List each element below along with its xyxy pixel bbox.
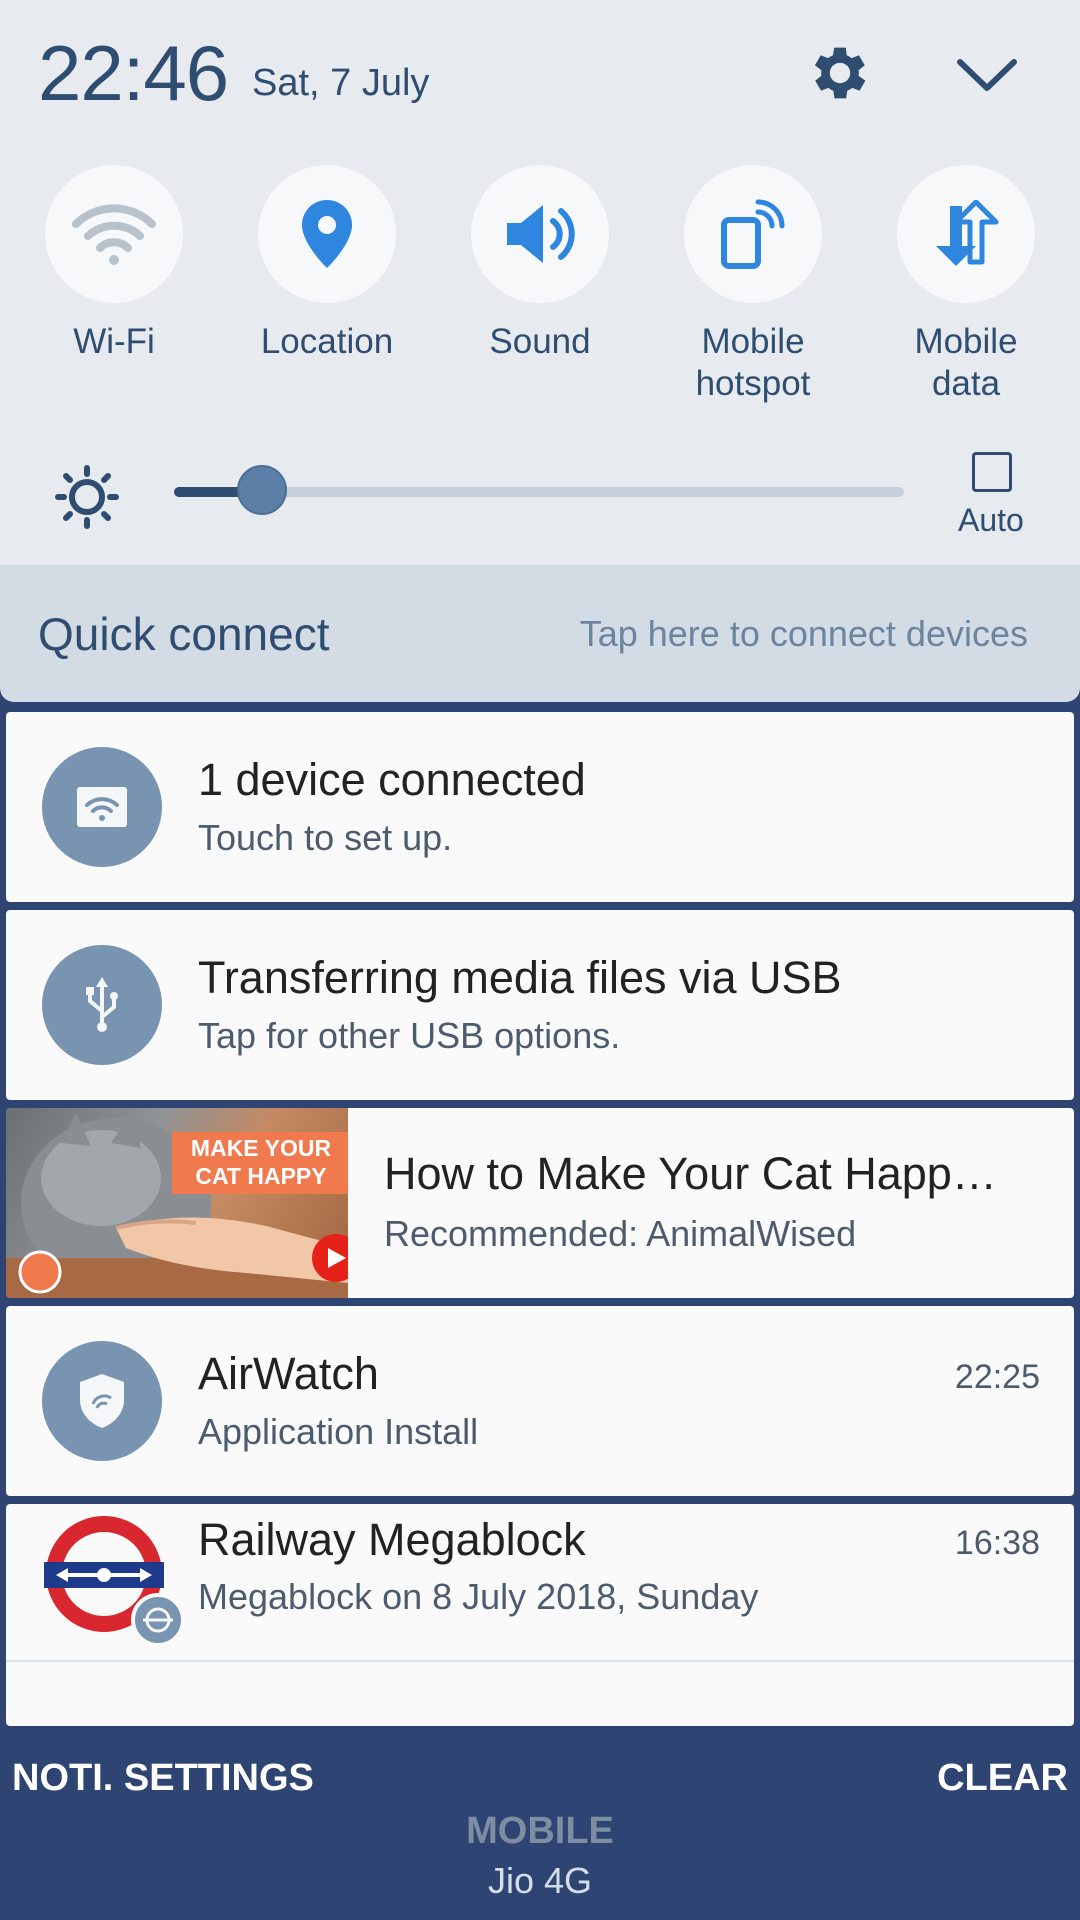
notification-title: Railway Megablock: [198, 1514, 586, 1565]
video-thumbnail: MAKE YOUR CAT HAPPY: [6, 1108, 348, 1298]
chevron-down-icon[interactable]: [952, 44, 1022, 104]
notification-title: Transferring media files via USB: [198, 952, 842, 1003]
tile-label: Location: [260, 322, 394, 361]
notification-usb[interactable]: Transferring media files via USB Tap for…: [6, 910, 1074, 1100]
carrier-label: Jio 4G: [487, 1860, 593, 1901]
quick-connect-bar[interactable]: Quick connect Tap here to connect device…: [0, 565, 1080, 702]
notification-subtitle: Application Install: [198, 1411, 479, 1452]
thumbnail-caption: MAKE YOUR CAT HAPPY: [190, 1135, 332, 1189]
notification-title: How to Make Your Cat Happ…: [384, 1148, 997, 1199]
tile-hotspot[interactable]: Mobile hotspot: [663, 165, 843, 405]
divider: [6, 1660, 1074, 1662]
notification-subtitle: Recommended: AnimalWised: [384, 1213, 857, 1254]
quick-connect-title: Quick connect: [38, 608, 330, 660]
tile-location[interactable]: Location: [237, 165, 417, 363]
tile-mobile-data[interactable]: Mobile data: [876, 165, 1056, 405]
location-pin-icon: [258, 165, 396, 303]
notification-youtube-recommendation[interactable]: MAKE YOUR CAT HAPPY How to Make Your Cat…: [6, 1108, 1074, 1298]
speaker-icon: [471, 165, 609, 303]
notification-device-connected[interactable]: 1 device connected Touch to set up.: [6, 712, 1074, 902]
notification-subtitle: Tap for other USB options.: [198, 1015, 621, 1056]
brightness-slider[interactable]: [174, 465, 904, 515]
notification-time: 22:25: [954, 1358, 1040, 1396]
notification-title: 1 device connected: [198, 754, 586, 805]
notification-footer: NOTI. SETTINGS CLEAR MOBILE Jio 4G: [0, 1735, 1080, 1920]
notification-title: AirWatch: [198, 1348, 379, 1399]
tile-label: Wi-Fi: [73, 322, 155, 361]
quick-panel: 22:46 Sat, 7 July Wi-Fi Location Sound M…: [0, 0, 1080, 565]
notification-subtitle: Touch to set up.: [198, 817, 453, 858]
notification-airwatch[interactable]: AirWatch 22:25 Application Install: [6, 1306, 1074, 1496]
tile-label: Sound: [489, 322, 591, 361]
quick-connect-hint: Tap here to connect devices: [579, 613, 1028, 654]
rail-logo-icon: [42, 1516, 192, 1647]
hotspot-icon: [684, 165, 822, 303]
tile-label: Mobile data: [914, 322, 1018, 403]
tile-label: Mobile hotspot: [695, 322, 811, 403]
date: Sat, 7 July: [252, 62, 430, 104]
wifi-icon: [45, 165, 183, 303]
wifi-hotspot-icon: [42, 747, 162, 867]
tile-sound[interactable]: Sound: [450, 165, 630, 363]
notification-railway-megablock[interactable]: Railway Megablock 16:38 Megablock on 8 J…: [6, 1504, 1074, 1726]
gear-icon[interactable]: [805, 38, 875, 108]
tile-wifi[interactable]: Wi-Fi: [24, 165, 204, 363]
network-type-label: MOBILE: [466, 1810, 614, 1852]
clock: 22:46: [38, 29, 229, 117]
auto-brightness-checkbox[interactable]: [972, 452, 1012, 492]
notification-subtitle: Megablock on 8 July 2018, Sunday: [198, 1576, 759, 1617]
notification-time: 16:38: [954, 1524, 1040, 1562]
notification-settings-button[interactable]: NOTI. SETTINGS: [12, 1757, 314, 1800]
usb-icon: [42, 945, 162, 1065]
mobile-data-icon: [897, 165, 1035, 303]
shield-icon: [42, 1341, 162, 1461]
brightness-slider-knob[interactable]: [236, 465, 287, 515]
brightness-icon: [55, 465, 119, 529]
clear-button[interactable]: CLEAR: [937, 1757, 1068, 1800]
auto-brightness-label: Auto: [958, 502, 1024, 538]
